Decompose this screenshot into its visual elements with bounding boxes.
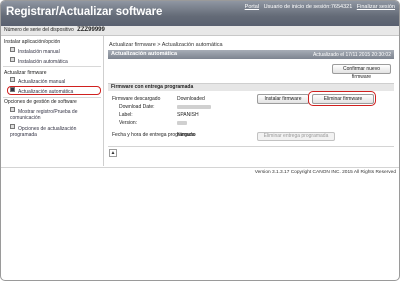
content-divider: [108, 146, 394, 147]
bullet-icon: [10, 124, 15, 129]
bullet-icon: [10, 77, 15, 82]
sidebar-item-manual-install[interactable]: Instalación manual: [10, 47, 60, 55]
sidebar-item-label: Actualización manual: [18, 79, 66, 85]
version-label: Version:: [119, 120, 138, 126]
sidebar-item-auto-install[interactable]: Instalación automática: [10, 57, 68, 65]
sidebar-category-management: Opciones de gestión de software: [4, 99, 77, 105]
browser-frame: Registrar/Actualizar software Portal Usu…: [0, 0, 400, 281]
bullet-icon: [10, 47, 15, 52]
sidebar-item-label: Actualización automática: [18, 89, 74, 95]
login-user-label: Usuario de inicio de sesión:7654321: [263, 4, 353, 10]
breadcrumb: Actualizar firmware > Actualización auto…: [109, 42, 223, 48]
download-date-label: Download Date:: [119, 104, 155, 110]
confirm-new-firmware-button[interactable]: Confirmar nuevo firmware: [332, 64, 391, 80]
device-serial-bar: Número de serie del dispositivo ZZZ99999: [1, 26, 399, 36]
top-links: Portal Usuario de inicio de sesión:76543…: [242, 4, 395, 10]
sidebar-divider: [3, 66, 101, 67]
label-field-value: SPANISH: [177, 112, 199, 118]
bullet-icon: [10, 107, 15, 112]
logout-link[interactable]: Finalizar sesión: [357, 4, 395, 10]
bullet-icon: [10, 87, 15, 92]
sidebar-item-label: Mostrar registro/Prueba de comunicación: [10, 109, 78, 121]
delivery-value: Ninguno: [177, 132, 196, 138]
sidebar-item-label: Instalación automática: [18, 59, 68, 65]
panel-header: Actualización automática Actualizado el …: [108, 50, 394, 59]
delete-firmware-button[interactable]: Eliminar firmware: [312, 94, 374, 104]
install-firmware-button[interactable]: Instalar firmware: [257, 94, 309, 104]
sidebar-item-label: Opciones de actualización programada: [10, 126, 77, 138]
bullet-icon: [10, 57, 15, 62]
footer-divider: [1, 167, 399, 168]
sidebar-divider: [3, 97, 101, 98]
last-updated-text: Actualizado el 17/11 2015 20:30:02: [312, 51, 391, 58]
label-field-label: Label:: [119, 112, 133, 118]
section-header: Firmware con entrega programada: [108, 83, 394, 91]
sidebar: Instalar aplicación/opción Instalación m…: [1, 36, 103, 216]
portal-link[interactable]: Portal: [245, 4, 259, 10]
sidebar-item-manual-update[interactable]: Actualización manual: [10, 77, 65, 85]
sidebar-item-auto-update[interactable]: Actualización automática: [7, 86, 101, 95]
panel-title: Actualización automática: [111, 51, 178, 57]
section-title: Firmware con entrega programada: [111, 84, 194, 90]
sidebar-item-scheduled-options[interactable]: Opciones de actualización programada: [10, 124, 98, 138]
sidebar-item-label: Instalación manual: [18, 49, 60, 55]
scroll-top-icon[interactable]: ▲: [109, 149, 117, 157]
version-redacted: [177, 121, 187, 125]
firmware-status: Downloaded: [177, 96, 205, 102]
footer-copyright: Version 3.1.3.17 Copyright CANON INC. 20…: [254, 170, 396, 175]
sidebar-item-show-log[interactable]: Mostrar registro/Prueba de comunicación: [10, 107, 98, 121]
delete-scheduled-delivery-button[interactable]: Eliminar entrega programada: [257, 132, 335, 141]
serial-value: ZZZ99999: [77, 27, 105, 33]
sidebar-category-firmware: Actualizar firmware: [4, 70, 47, 76]
sidebar-separator: [103, 36, 104, 166]
serial-label: Número de serie del dispositivo: [4, 27, 74, 33]
download-date-redacted: [177, 105, 211, 109]
sidebar-category-install: Instalar aplicación/opción: [4, 39, 61, 45]
app-title: Registrar/Actualizar software: [6, 6, 163, 18]
app-header: Registrar/Actualizar software Portal Usu…: [1, 1, 399, 26]
firmware-label: Firmware descargado: [112, 96, 161, 102]
